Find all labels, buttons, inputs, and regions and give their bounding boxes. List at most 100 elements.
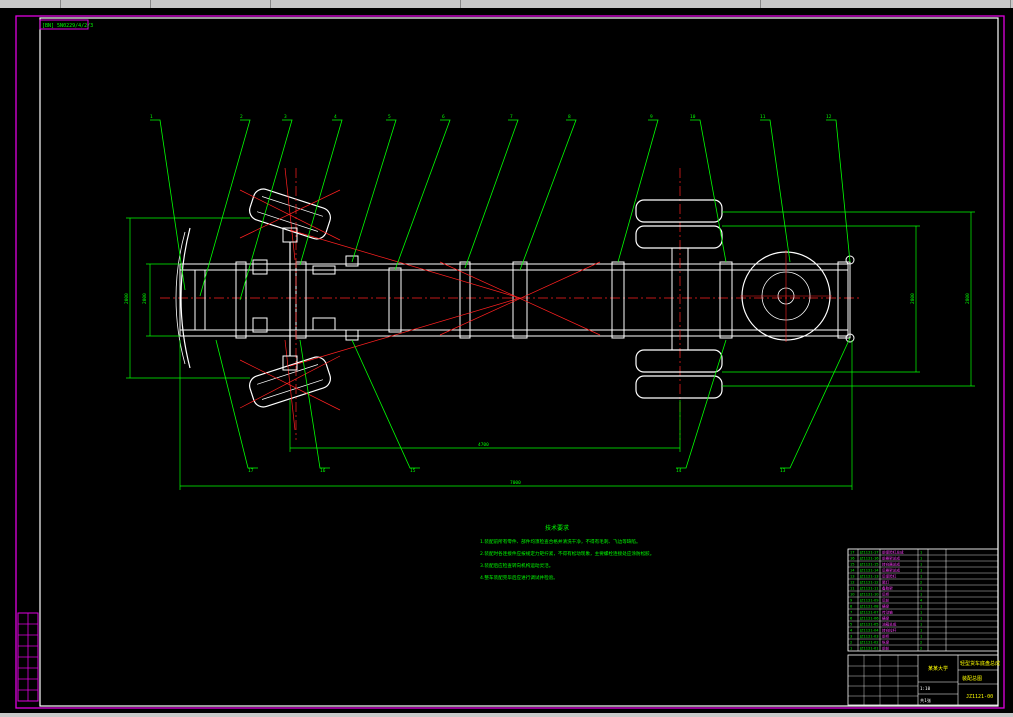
drawing-number: JZ1121-00 <box>966 694 993 700</box>
balloon-1[interactable]: 1 <box>150 114 153 120</box>
sheet-code: [BN] 5N0229/4/2/3 <box>42 23 93 29</box>
balloon-17[interactable]: 17 <box>248 468 254 474</box>
bom-cell: 1 <box>920 587 922 591</box>
bom-cell: JZ1121-05 <box>859 623 879 627</box>
frame-rail-right <box>179 329 849 337</box>
bom-cell: 后悬架总成 <box>882 568 900 573</box>
balloon-11[interactable]: 11 <box>760 114 766 120</box>
bom-cell: 1 <box>850 647 852 651</box>
balloon-9[interactable]: 9 <box>650 114 653 120</box>
balloon-5[interactable]: 5 <box>388 114 391 120</box>
cad-canvas[interactable]: [BN] 5N0229/4/2/3 7000 4700 2000 2000 28… <box>0 8 1013 717</box>
bom-cell: 纵梁 <box>882 640 890 645</box>
bom-cell: 前保险杠总成 <box>882 550 904 555</box>
bom-row: 17 JZ1121-17 前保险杠总成 1 <box>850 550 922 555</box>
bom-row: 8 JZ1121-08 横梁 1 <box>850 604 922 609</box>
balloon-8[interactable]: 8 <box>568 114 571 120</box>
bom-cell: 14 <box>850 569 855 573</box>
bom-cell: JZ1121-07 <box>859 611 879 615</box>
bom-cell: 横梁 <box>882 604 890 609</box>
bom-cell: 1 <box>920 623 922 627</box>
bill-of-materials: 17 JZ1121-17 前保险杠总成 116 JZ1121-16 前悬架总成 115 JZ1… <box>847 548 999 652</box>
toolbar-segment[interactable] <box>270 0 461 8</box>
part-balloons: 1 2 3 4 5 6 7 8 9 10 11 12 17 16 15 14 1… <box>150 114 832 474</box>
dim-rear-track: 2800 <box>910 293 916 304</box>
toolbar-segment[interactable] <box>150 0 271 8</box>
toolbar-segment[interactable] <box>460 0 761 8</box>
balloon-16[interactable]: 16 <box>320 468 326 474</box>
notes-title: 技术要求 <box>545 524 569 532</box>
bom-cell: JZ1121-08 <box>859 605 879 609</box>
dim-overall-width: 2800 <box>965 293 971 304</box>
bom-cell: 2 <box>850 641 852 645</box>
bom-cell: 后桥 <box>882 592 890 597</box>
toolbar-segment[interactable] <box>0 0 61 8</box>
chassis-assembly <box>160 167 860 440</box>
leader-lines <box>150 119 851 469</box>
bom-cell: JZ1121-03 <box>859 635 879 639</box>
bom-cell: JZ1121-15 <box>859 563 879 567</box>
balloon-15[interactable]: 15 <box>410 468 416 474</box>
bom-cell: 15 <box>850 563 855 567</box>
balloon-14[interactable]: 14 <box>676 468 682 474</box>
bom-row: 4 JZ1121-04 转向拉杆 1 <box>850 628 922 633</box>
bom-cell: 后轮 <box>882 598 890 603</box>
bom-row: 3 JZ1121-03 前桥 1 <box>850 634 922 639</box>
bom-cell: JZ1121-06 <box>859 617 879 621</box>
bom-cell: 1 <box>920 557 922 561</box>
bom-cell: JZ1121-16 <box>859 557 879 561</box>
dim-overall-length: 7000 <box>510 480 521 486</box>
bom-cell: 转向拉杆 <box>882 628 897 633</box>
bom-row: 7 JZ1121-07 传动轴 1 <box>850 610 922 615</box>
bom-row: 5 JZ1121-05 油箱总成 1 <box>850 622 922 627</box>
scale: 1:10 <box>920 686 931 691</box>
bom-cell: 前桥 <box>882 634 890 639</box>
balloon-2[interactable]: 2 <box>240 114 243 120</box>
bom-cell: JZ1121-01 <box>859 647 879 651</box>
title-school: 某某大学 <box>928 665 948 672</box>
toolbar-segment[interactable] <box>760 0 1011 8</box>
bom-cell: 12 <box>850 581 855 585</box>
balloon-7[interactable]: 7 <box>510 114 513 120</box>
balloon-4[interactable]: 4 <box>334 114 337 120</box>
left-sidebar-table <box>17 612 39 702</box>
bom-cell: 2 <box>920 641 922 645</box>
bom-row: 14 JZ1121-14 后悬架总成 1 <box>850 568 922 573</box>
frame-rail-left <box>179 263 849 271</box>
bom-cell: 2 <box>920 647 922 651</box>
bom-cell: 油箱总成 <box>882 622 897 627</box>
bom-cell: 传动轴 <box>882 610 893 615</box>
bom-cell: JZ1121-12 <box>859 581 879 585</box>
bom-cell: JZ1121-13 <box>859 575 879 579</box>
window-bottom-strip <box>0 713 1013 717</box>
balloon-12[interactable]: 12 <box>826 114 832 120</box>
note-3: 3.装配后应检查转向机构运动灵活。 <box>480 562 553 569</box>
bom-row: 2 JZ1121-02 纵梁 2 <box>850 640 922 645</box>
bom-cell: 后保险杠 <box>882 574 897 579</box>
bom-row: 16 JZ1121-16 前悬架总成 1 <box>850 556 922 561</box>
sheet-code-box: [BN] 5N0229/4/2/3 <box>39 19 93 30</box>
bom-cell: 3 <box>850 635 852 639</box>
bom-row: 12 JZ1121-12 尾灯 2 <box>850 580 922 585</box>
toolbar-segment[interactable] <box>60 0 151 8</box>
bom-cell: JZ1121-11 <box>859 587 879 591</box>
bom-cell: JZ1121-09 <box>859 599 879 603</box>
bom-cell: 1 <box>920 611 922 615</box>
bom-cell: JZ1121-04 <box>859 629 879 633</box>
balloon-3[interactable]: 3 <box>284 114 287 120</box>
title-block: 某某大学 轻型货车底盘总成 装配总图 JZ1121-00 1:10 共1张 <box>847 654 1000 706</box>
bom-cell: 备胎架 <box>882 586 893 591</box>
bom-row: 1 JZ1121-01 前轮 2 <box>850 646 922 651</box>
balloon-6[interactable]: 6 <box>442 114 445 120</box>
bom-cell: 5 <box>850 623 852 627</box>
bom-row: 15 JZ1121-15 转向器总成 1 <box>850 562 922 567</box>
bom-cell: 1 <box>920 551 922 555</box>
balloon-10[interactable]: 10 <box>690 114 696 120</box>
bom-cell: 1 <box>920 605 922 609</box>
bom-cell: 8 <box>850 605 853 609</box>
cad-drawing-viewport[interactable]: [BN] 5N0229/4/2/3 7000 4700 2000 2000 28… <box>0 8 1013 717</box>
rear-wheels-right <box>635 349 723 399</box>
bom-cell: 4 <box>920 599 923 603</box>
balloon-13[interactable]: 13 <box>780 468 786 474</box>
bom-cell: 13 <box>850 575 855 579</box>
